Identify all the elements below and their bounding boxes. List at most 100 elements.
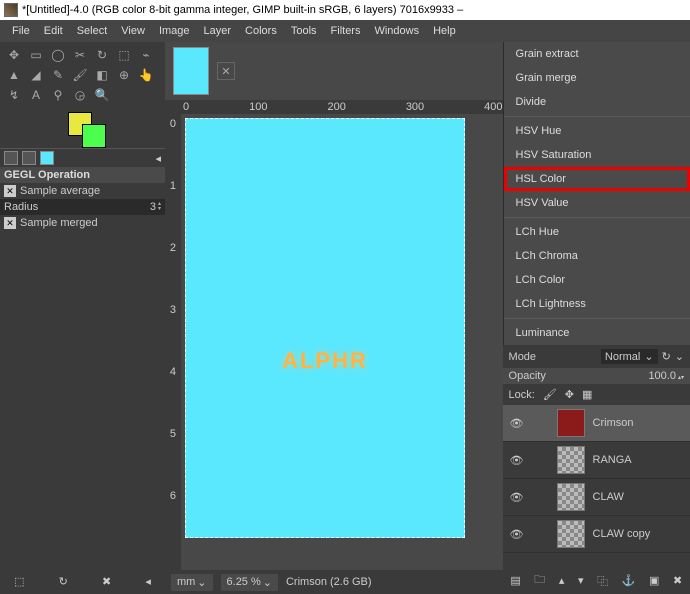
tool-eraser[interactable]: ◧ (92, 66, 112, 84)
layer-row[interactable]: 👁Crimson (503, 405, 690, 442)
tool-smudge[interactable]: 👆 (136, 66, 156, 84)
mode-dropdown[interactable]: Normal⌄ (601, 349, 658, 364)
menubar: File Edit Select View Image Layer Colors… (0, 20, 690, 42)
tool-path[interactable]: ↯ (4, 86, 24, 104)
menu-help[interactable]: Help (427, 23, 462, 39)
lower-layer-icon[interactable]: ▾ (578, 574, 584, 587)
close-image-icon[interactable]: ✕ (217, 62, 235, 80)
menu-layer[interactable]: Layer (198, 23, 238, 39)
menu-select[interactable]: Select (71, 23, 114, 39)
blend-mode-luminance[interactable]: Luminance (504, 321, 690, 345)
save-tool-preset-icon[interactable]: ⬚ (14, 575, 24, 588)
blend-mode-grain-merge[interactable]: Grain merge (504, 66, 690, 90)
new-layer-icon[interactable]: ▤ (510, 574, 520, 587)
layer-row[interactable]: 👁RANGA (503, 442, 690, 479)
delete-layer-icon[interactable]: ✖ (673, 574, 682, 587)
tool-picker[interactable]: ⚲ (48, 86, 68, 104)
tool-rect-select[interactable]: ▭ (26, 46, 46, 64)
blend-mode-hsl-color[interactable]: HSL Color (504, 167, 690, 191)
tool-rotate[interactable]: ↻ (92, 46, 112, 64)
tool-transform[interactable]: ⬚ (114, 46, 134, 64)
sample-merged-checkbox[interactable]: ✕ (4, 217, 16, 229)
new-group-icon[interactable]: 🗀 (534, 571, 545, 590)
blend-mode-divide[interactable]: Divide (504, 90, 690, 114)
menu-edit[interactable]: Edit (38, 23, 69, 39)
tool-text[interactable]: A (26, 86, 46, 104)
menu-tools[interactable]: Tools (285, 23, 323, 39)
lock-pixels-icon[interactable]: 🖌 (543, 388, 557, 401)
tool-crop[interactable]: ✂ (70, 46, 90, 64)
bg-color[interactable] (82, 124, 106, 148)
delete-icon[interactable]: ✖ (102, 575, 111, 588)
reset-icon[interactable]: ◂ (145, 575, 151, 588)
layer-row[interactable]: 👁 CLAW (503, 479, 690, 516)
visibility-icon[interactable]: 👁 (509, 491, 525, 504)
radius-value: 3 (150, 201, 156, 213)
sample-average-checkbox[interactable]: ✕ (4, 185, 16, 197)
layer-thumb (557, 483, 585, 511)
left-bottom-bar: ⬚ ↻ ✖ ◂ (0, 569, 165, 594)
status-info: Crimson (2.6 GB) (286, 576, 372, 588)
blend-mode-hsv-value[interactable]: HSV Value (504, 191, 690, 215)
color-swatches[interactable] (0, 108, 165, 148)
layer-row[interactable]: 👁 CLAW copy (503, 516, 690, 553)
mode-row: Mode Normal⌄ ↻ ⌄ (503, 345, 690, 368)
statusbar: mm⌄ 6.25 %⌄ Crimson (2.6 GB) (165, 570, 503, 594)
tool-clone[interactable]: ⊕ (114, 66, 134, 84)
image-thumbnail[interactable] (173, 47, 209, 95)
menu-file[interactable]: File (6, 23, 36, 39)
canvas[interactable]: ALPHR (185, 118, 465, 538)
blend-mode-hsv-saturation[interactable]: HSV Saturation (504, 143, 690, 167)
layer-name: CLAW (593, 491, 624, 503)
restore-icon[interactable]: ↻ (59, 575, 68, 588)
menu-filters[interactable]: Filters (325, 23, 367, 39)
visibility-icon[interactable]: 👁 (509, 528, 525, 541)
unit-selector[interactable]: mm⌄ (171, 574, 213, 591)
tool-gradient[interactable]: ◢ (26, 66, 46, 84)
blend-mode-hsv-hue[interactable]: HSV Hue (504, 119, 690, 143)
merge-layer-icon[interactable]: ⚓ (622, 574, 636, 587)
blend-mode-lch-hue[interactable]: LCh Hue (504, 220, 690, 244)
tab-menu-icon[interactable]: ◂ (155, 152, 161, 165)
opacity-label: Opacity (509, 370, 546, 382)
blend-mode-lch-lightness[interactable]: LCh Lightness (504, 292, 690, 316)
tool-bucket[interactable]: ▲ (4, 66, 24, 84)
sample-average-row[interactable]: ✕ Sample average (0, 183, 165, 199)
radius-spinner[interactable]: ▴▾ (158, 202, 161, 212)
mode-switch-icon[interactable]: ↻ (662, 350, 671, 363)
tool-pencil[interactable]: ✎ (48, 66, 68, 84)
radius-label: Radius (4, 201, 38, 213)
opacity-row[interactable]: Opacity 100.0 ▴▾ (503, 368, 690, 384)
menu-image[interactable]: Image (153, 23, 196, 39)
chevron-down-icon[interactable]: ⌄ (675, 350, 684, 363)
raise-layer-icon[interactable]: ▴ (559, 574, 565, 587)
tab-images[interactable] (40, 151, 54, 165)
visibility-icon[interactable]: 👁 (509, 417, 525, 430)
tool-move[interactable]: ✥ (4, 46, 24, 64)
tab-tool-options[interactable] (4, 151, 18, 165)
menu-view[interactable]: View (115, 23, 151, 39)
menu-colors[interactable]: Colors (239, 23, 283, 39)
blend-mode-lch-color[interactable]: LCh Color (504, 268, 690, 292)
tool-free-select[interactable]: ◯ (48, 46, 68, 64)
mask-icon[interactable]: ▣ (649, 574, 659, 587)
ruler-horizontal: 0 100 200 300 400 (165, 100, 503, 114)
lock-position-icon[interactable]: ✥ (565, 388, 574, 401)
opacity-spinner[interactable]: ▴▾ (678, 370, 684, 382)
zoom-selector[interactable]: 6.25 %⌄ (221, 574, 278, 591)
visibility-icon[interactable]: 👁 (509, 454, 525, 467)
duplicate-layer-icon[interactable]: ⿻ (597, 573, 608, 589)
tool-zoom[interactable]: 🔍 (92, 86, 112, 104)
menu-windows[interactable]: Windows (368, 23, 425, 39)
layer-name: CLAW copy (593, 528, 651, 540)
chevron-down-icon: ⌄ (263, 576, 272, 589)
tab-device[interactable] (22, 151, 36, 165)
sample-merged-row[interactable]: ✕ Sample merged (0, 215, 165, 231)
blend-mode-lch-chroma[interactable]: LCh Chroma (504, 244, 690, 268)
tool-measure[interactable]: ◶ (70, 86, 90, 104)
blend-mode-grain-extract[interactable]: Grain extract (504, 42, 690, 66)
radius-row[interactable]: Radius 3 ▴▾ (0, 199, 165, 215)
tool-brush[interactable]: 🖌 (70, 66, 90, 84)
tool-warp[interactable]: ⌁ (136, 46, 156, 64)
lock-alpha-icon[interactable]: ▦ (582, 388, 592, 401)
